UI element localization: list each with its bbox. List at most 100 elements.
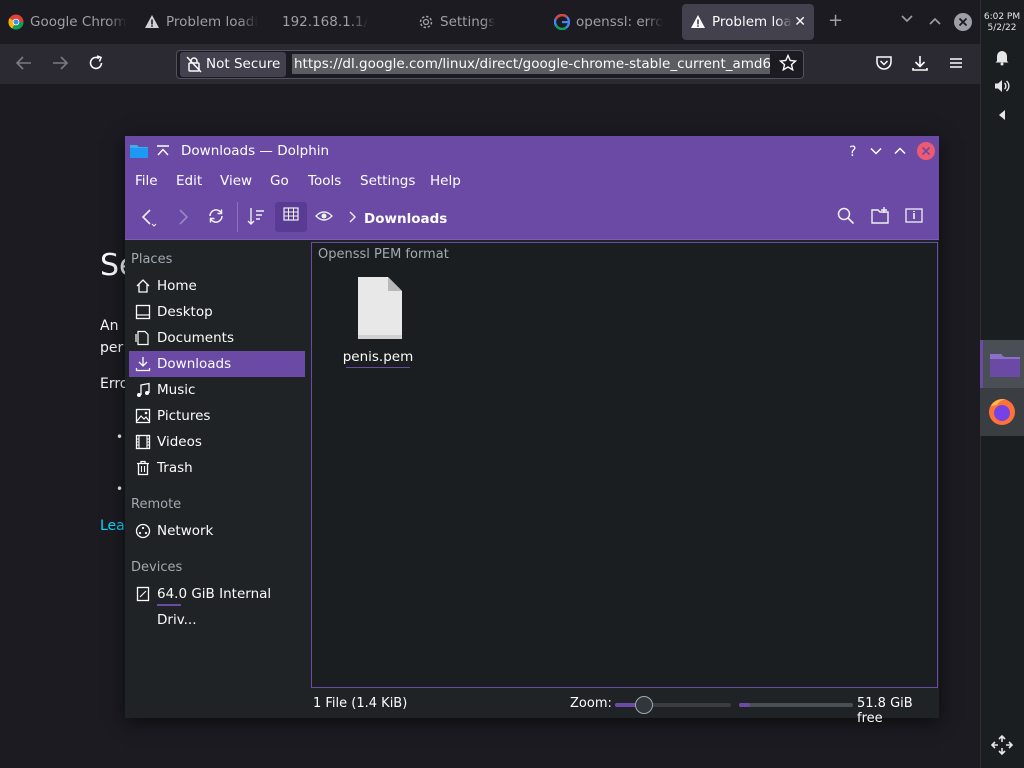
menu-go[interactable]: Go [270, 173, 289, 189]
forward-button[interactable] [50, 54, 70, 74]
help-icon[interactable]: ? [845, 143, 861, 159]
bullet: • [116, 482, 124, 496]
places-item-label: Home [157, 278, 197, 294]
tab-settings[interactable]: Settings [418, 4, 538, 40]
places-item-documents[interactable]: Documents [129, 325, 305, 351]
new-folder-icon [871, 207, 889, 224]
window-titlebar[interactable]: Downloads — Dolphin ? [125, 136, 939, 166]
menu-help[interactable]: Help [430, 173, 461, 189]
tab-openssl-error[interactable]: openssl: erro [554, 4, 674, 40]
hamburger-icon [950, 58, 962, 68]
places-panel: Places Home Desktop Documents Downloads … [125, 241, 309, 718]
zoom-slider[interactable] [615, 696, 731, 714]
bookmark-button[interactable] [778, 53, 798, 74]
places-item-music[interactable]: Music [129, 377, 305, 403]
split-view-button[interactable] [869, 206, 891, 228]
tab-title: openssl: erro [576, 14, 664, 30]
minimize-icon[interactable] [869, 144, 883, 158]
list-all-tabs-button[interactable] [900, 12, 914, 30]
devices-header: Devices [131, 560, 183, 575]
volume-icon[interactable] [993, 77, 1011, 99]
file-icon [358, 277, 402, 339]
forward-button[interactable] [171, 206, 193, 228]
network-icon [135, 523, 151, 539]
tab-bar: Google Chrom Problem loadi 192.168.1.1/ … [0, 0, 980, 44]
sort-icon [247, 208, 264, 225]
notifications-icon[interactable] [993, 48, 1011, 70]
folder-icon [990, 354, 1020, 377]
close-tab-icon[interactable]: ✕ [794, 14, 806, 30]
places-item-internal-drive[interactable]: 64.0 GiB Internal Driv... [129, 581, 305, 628]
menu-tools[interactable]: Tools [308, 173, 341, 189]
menu-edit[interactable]: Edit [176, 173, 202, 189]
breadcrumb-downloads[interactable]: Downloads [364, 211, 447, 227]
file-view[interactable]: Openssl PEM format penis.pem [311, 242, 938, 688]
tab-problem-loading-1[interactable]: Problem loadi [144, 4, 268, 40]
tab-router[interactable]: 192.168.1.1/ [282, 4, 402, 40]
drive-icon [136, 586, 150, 602]
window-title: Downloads — Dolphin [181, 143, 330, 159]
sort-button[interactable] [245, 206, 267, 228]
taskbar-firefox[interactable] [980, 388, 1024, 436]
menu-settings[interactable]: Settings [360, 173, 415, 189]
places-item-label: 64.0 GiB Internal Driv... [157, 586, 272, 628]
firefox-icon [989, 399, 1015, 425]
close-icon[interactable] [916, 141, 936, 161]
icons-view-button[interactable] [275, 202, 307, 232]
free-space-label: 51.8 GiB free [857, 696, 913, 726]
places-item-label: Documents [157, 330, 234, 346]
search-icon [837, 207, 855, 225]
reload-button[interactable] [86, 54, 106, 74]
tab-google-chrome[interactable]: Google Chrom [8, 4, 138, 40]
chevron-right-icon [349, 211, 356, 223]
maximize-icon[interactable] [893, 144, 907, 158]
file-item[interactable]: penis.pem [342, 277, 414, 368]
preview-button[interactable] [313, 206, 335, 228]
digital-clock[interactable]: 6:02 PM 5/2/22 [982, 12, 1022, 34]
grid-view-icon [283, 207, 299, 221]
menu-view[interactable]: View [220, 173, 252, 189]
places-item-desktop[interactable]: Desktop [129, 299, 305, 325]
reload-icon [209, 209, 223, 223]
arrow-right-icon [179, 209, 189, 225]
panel-settings-icon[interactable] [990, 734, 1014, 760]
page-text-line: An [100, 318, 119, 334]
chrome-icon [8, 14, 24, 30]
page-text-line: per [100, 340, 124, 356]
zoom-slider-handle[interactable] [635, 696, 653, 714]
menu-file[interactable]: File [135, 173, 158, 189]
app-menu-button[interactable] [946, 54, 966, 74]
places-item-network[interactable]: Network [129, 518, 305, 544]
pocket-button[interactable] [874, 54, 894, 74]
places-item-pictures[interactable]: Pictures [129, 403, 305, 429]
url-input[interactable]: https://dl.google.com/linux/direct/googl… [292, 54, 770, 74]
places-item-videos[interactable]: Videos [129, 429, 305, 455]
expand-tray-icon[interactable] [996, 107, 1008, 126]
places-item-home[interactable]: Home [129, 273, 305, 299]
clock-time: 6:02 PM [983, 12, 1021, 22]
new-tab-button[interactable]: + [828, 10, 843, 31]
arrow-left-icon [15, 56, 31, 70]
group-header: Openssl PEM format [318, 247, 449, 262]
back-button[interactable] [14, 54, 34, 74]
keep-above-icon[interactable] [156, 144, 170, 158]
search-button[interactable] [835, 206, 857, 228]
tab-title: Google Chrom [30, 14, 127, 30]
bullet: • [116, 430, 124, 444]
tab-problem-loading-active[interactable]: Problem loa ✕ [682, 4, 814, 40]
places-item-downloads[interactable]: Downloads [129, 351, 305, 377]
information-panel-button[interactable] [903, 206, 925, 228]
info-panel-icon [905, 208, 923, 223]
folder-app-icon [130, 145, 148, 158]
pictures-icon [135, 408, 151, 424]
places-item-label: Trash [157, 460, 193, 476]
learn-more-link[interactable]: Lea [100, 518, 125, 534]
window-maximize-button[interactable] [928, 12, 942, 33]
reload-button[interactable] [205, 206, 227, 228]
places-item-trash[interactable]: Trash [129, 455, 305, 481]
window-close-button[interactable] [953, 12, 973, 37]
downloads-button[interactable] [910, 54, 930, 74]
not-secure-indicator[interactable]: Not Secure [180, 52, 286, 77]
back-button[interactable] [137, 206, 159, 228]
taskbar-dolphin[interactable] [980, 340, 1024, 388]
